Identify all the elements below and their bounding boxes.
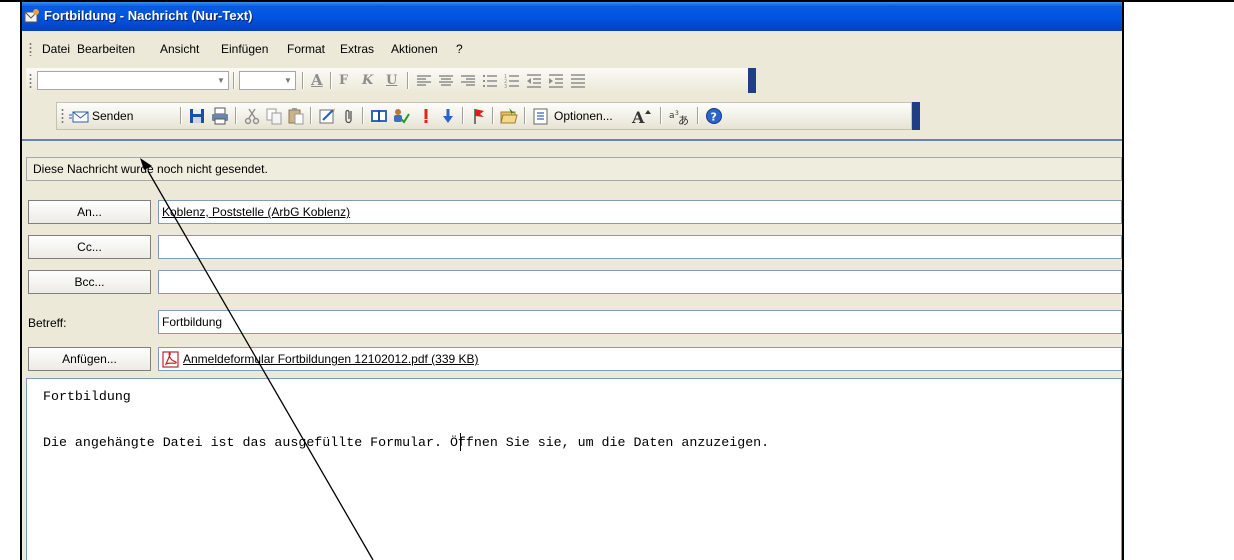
toolbar-separator — [462, 107, 464, 124]
text-cursor — [460, 433, 461, 451]
menu-help[interactable]: ? — [456, 42, 463, 56]
menu-bar: Datei Bearbeiten Ansicht Einfügen Format… — [22, 39, 1122, 59]
paste-icon[interactable] — [287, 107, 305, 125]
font-color-button[interactable]: A — [311, 71, 323, 90]
low-importance-icon[interactable] — [439, 107, 457, 125]
bcc-button[interactable]: Bcc... — [28, 270, 151, 294]
attachment-field[interactable]: Anmeldeformular Fortbildungen 12102012.p… — [158, 347, 1122, 371]
align-right-icon[interactable] — [459, 72, 477, 90]
decrease-indent-icon[interactable] — [525, 72, 543, 90]
toolbar-separator — [310, 107, 312, 124]
svg-text:?: ? — [711, 111, 717, 124]
toolbar-grip[interactable] — [29, 73, 32, 90]
to-recipient[interactable]: Koblenz, Poststelle (ArbG Koblenz) — [162, 205, 350, 219]
svg-text:a: a — [669, 111, 675, 121]
menu-extras[interactable]: Extras — [340, 42, 374, 56]
style-icon[interactable] — [569, 72, 587, 90]
encoding-icon[interactable]: a 3あ — [668, 107, 690, 125]
toolbar-separator — [697, 107, 699, 124]
menu-aktionen[interactable]: Aktionen — [391, 42, 438, 56]
info-bar: Diese Nachricht wurde noch nicht gesende… — [26, 157, 1122, 181]
font-name-combo[interactable]: ▼ — [37, 71, 229, 90]
toolbar-separator — [492, 107, 494, 124]
attach-icon[interactable] — [340, 107, 358, 125]
increase-indent-icon[interactable] — [547, 72, 565, 90]
copy-icon[interactable] — [265, 107, 283, 125]
svg-text:あ: あ — [678, 114, 689, 125]
attach-button[interactable]: Anfügen... — [28, 347, 151, 371]
svg-text:A: A — [631, 108, 645, 125]
address-book-icon[interactable] — [370, 107, 388, 125]
menu-ansicht[interactable]: Ansicht — [160, 42, 199, 56]
high-importance-icon[interactable] — [417, 107, 435, 125]
toolbar-separator — [362, 107, 364, 124]
align-left-icon[interactable] — [415, 72, 433, 90]
body-line-2: Die angehängte Datei ist das ausgefüllte… — [43, 435, 770, 450]
to-field[interactable]: Koblenz, Poststelle (ArbG Koblenz) — [158, 200, 1122, 224]
font-size-combo[interactable]: ▼ — [239, 71, 296, 90]
svg-text:3: 3 — [504, 84, 507, 90]
toolbar-separator — [302, 72, 304, 89]
print-icon[interactable] — [211, 107, 229, 125]
menu-grip[interactable] — [29, 42, 32, 56]
subject-label: Betreff: — [28, 316, 67, 330]
send-icon — [69, 111, 89, 123]
help-icon[interactable]: ? — [705, 107, 723, 125]
chevron-down-icon[interactable]: ▼ — [281, 72, 295, 89]
italic-button[interactable]: K — [362, 71, 373, 90]
message-icon — [24, 9, 39, 23]
menu-format[interactable]: Format — [287, 42, 325, 56]
bold-button[interactable]: F — [339, 71, 348, 90]
bcc-field[interactable] — [158, 270, 1122, 294]
toolbar-separator — [407, 72, 409, 89]
options-label: Optionen... — [554, 109, 613, 123]
chevron-down-icon[interactable]: ▼ — [214, 72, 228, 89]
underline-button[interactable]: U — [386, 71, 397, 90]
toolbar-divider — [22, 139, 1122, 141]
body-line-1: Fortbildung — [43, 389, 131, 404]
toolbar-separator — [235, 107, 237, 124]
toolbar-separator — [180, 107, 182, 124]
text-size-icon[interactable]: A — [631, 107, 653, 125]
align-center-icon[interactable] — [437, 72, 455, 90]
standard-toolbar: Senden Optionen... A a3あ ? — [56, 102, 920, 130]
message-body[interactable]: Fortbildung Die angehängte Datei ist das… — [26, 378, 1122, 560]
document-right-border — [1122, 0, 1124, 560]
bullet-list-icon[interactable] — [481, 72, 499, 90]
window-title: Fortbildung - Nachricht (Nur-Text) — [44, 8, 253, 23]
attachment-link[interactable]: Anmeldeformular Fortbildungen 12102012.p… — [183, 348, 479, 370]
toolbar-separator — [524, 107, 526, 124]
options-icon — [533, 108, 548, 125]
pdf-file-icon — [162, 351, 179, 368]
toolbar-separator — [233, 72, 235, 89]
title-bar: Fortbildung - Nachricht (Nur-Text) — [22, 2, 1122, 31]
menu-bearbeiten[interactable]: Bearbeiten — [77, 42, 135, 56]
toolbar-separator — [660, 107, 662, 124]
cc-field[interactable] — [158, 235, 1122, 259]
save-icon[interactable] — [188, 107, 206, 125]
to-button[interactable]: An... — [28, 200, 151, 224]
subject-field[interactable]: Fortbildung — [158, 310, 1122, 334]
menu-datei[interactable]: Datei — [42, 42, 70, 56]
numbered-list-icon[interactable]: 123 — [503, 72, 521, 90]
signature-icon[interactable] — [318, 107, 336, 125]
formatting-toolbar: ▼ ▼ A F K U 123 — [26, 68, 756, 93]
check-names-icon[interactable] — [392, 107, 410, 125]
toolbar-options-handle[interactable] — [912, 102, 920, 130]
cut-icon[interactable] — [243, 107, 261, 125]
cc-button[interactable]: Cc... — [28, 235, 151, 259]
menu-einfuegen[interactable]: Einfügen — [221, 42, 268, 56]
message-window: Fortbildung - Nachricht (Nur-Text) Datei… — [22, 2, 1122, 560]
toolbar-grip[interactable] — [61, 108, 64, 125]
send-label: Senden — [92, 109, 134, 123]
open-folder-icon[interactable] — [500, 107, 518, 125]
toolbar-separator — [330, 72, 332, 89]
follow-up-flag-icon[interactable] — [470, 107, 488, 125]
